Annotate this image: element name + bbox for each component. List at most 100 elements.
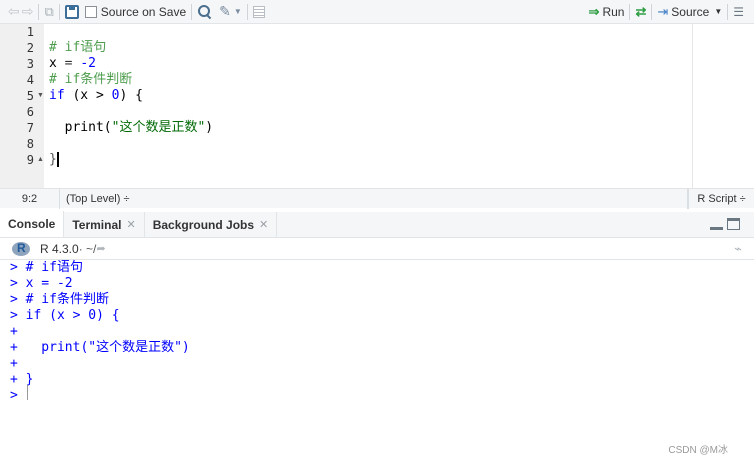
show-in-window-icon[interactable]: ⧉ [44,2,53,22]
toolbar-divider [191,3,193,20]
rerun-button[interactable]: ⇄ [635,2,646,22]
close-icon[interactable]: ✕ [259,218,268,231]
code-line-4: # if条件判断 [49,72,133,87]
console-line: + [10,356,26,371]
line-number-gutter: 1 2 3 4 5 ▼ 6 7 8 9 ▲ [0,24,44,188]
toolbar-divider [58,3,60,20]
back-arrow-icon[interactable]: ⇦ [8,2,20,22]
notebook-icon [252,5,265,18]
chevron-down-icon[interactable]: ▼ [714,7,722,16]
toolbar-divider [629,3,631,20]
toolbar-divider [651,3,653,20]
tab-console[interactable]: Console [0,211,65,237]
editor-toolbar: ⇦ ⇨ ⧉ Source on Save ✎ ▼ ⇒ Run ⇄ ⇥ Source… [0,0,754,24]
console-info-bar: R R 4.3.0 · ~/ ➦ ⌁ [0,238,754,260]
tab-label: Background Jobs [152,217,255,232]
code-token: ) { [119,88,143,103]
fold-toggle-icon[interactable]: ▲ [37,152,44,168]
code-tools-button[interactable]: ✎ ▼ [219,2,242,22]
forward-arrow-icon[interactable]: ⇨ [22,2,34,22]
code-token: if [49,88,65,103]
save-button[interactable] [64,2,79,22]
code-editor[interactable]: 1 2 3 4 5 ▼ 6 7 8 9 ▲ # if语句 x = -2 # if… [0,24,692,188]
line-number: 1 [26,25,34,39]
console-line: + } [10,372,34,387]
run-label: Run [602,4,625,19]
clear-console-broom-icon[interactable]: ⌁ [734,241,742,257]
chevron-down-icon: ▼ [233,7,242,16]
code-line-3: x = -2 [49,56,96,72]
r-version-label: R 4.3.0 [40,241,79,256]
code-line-2: # if语句 [49,40,107,55]
outline-icon: ☰ [733,4,744,19]
r-logo-icon: R [12,241,30,256]
search-icon [198,4,212,19]
line-number: 9 [26,153,34,167]
source-label: Source [671,4,710,19]
console-pane: Console Terminal ✕ Background Jobs ✕ R R 4… [0,211,754,466]
code-token: = [56,56,81,71]
line-number: 2 [26,41,34,55]
line-number: 8 [26,137,34,151]
code-token: x [49,56,57,71]
tab-terminal[interactable]: Terminal ✕ [64,212,145,237]
maximize-icon[interactable] [727,218,740,230]
fold-toggle-icon[interactable]: ▼ [37,88,44,104]
go-to-directory-icon[interactable]: ➦ [96,242,105,255]
source-editor-pane: ⇦ ⇨ ⧉ Source on Save ✎ ▼ ⇒ Run ⇄ ⇥ Source… [0,0,754,209]
toolbar-divider [38,3,40,20]
source-on-save-toggle[interactable]: Source on Save [84,2,187,22]
cursor-position: 9:2 [0,188,60,209]
line-number: 6 [26,105,34,119]
editor-status-bar: 9:2 (Top Level) ÷ R Script ÷ [0,188,754,209]
close-icon[interactable]: ✕ [126,218,135,231]
console-line: + print("这个数是正数") [10,340,190,355]
run-arrow-icon: ⇒ [588,3,600,19]
source-button[interactable]: ⇥ Source ▼ [657,2,722,22]
find-replace-button[interactable] [197,2,213,22]
document-outline-button[interactable]: ☰ [733,2,744,22]
scope-selector[interactable]: (Top Level) ÷ [60,188,688,209]
minimize-icon[interactable] [710,218,723,230]
code-line-9: } [49,152,57,167]
watermark: CSDN @M冰 [668,445,728,456]
tab-label: Terminal [72,217,122,232]
file-type-selector[interactable]: R Script ÷ [688,188,754,209]
console-cursor [27,385,28,400]
console-tab-bar: Console Terminal ✕ Background Jobs ✕ [0,211,754,238]
code-token: print( [49,120,112,135]
editor-margin-area [693,24,754,188]
console-prompt-line: > [10,388,26,403]
console-line: > x = -2 [10,276,73,291]
tab-label: Console [8,217,56,231]
tab-background-jobs[interactable]: Background Jobs ✕ [145,212,278,237]
code-line-5: if (x > 0) { [49,88,143,104]
working-directory[interactable]: · ~/ [79,242,97,256]
text-cursor [57,152,59,167]
source-on-save-label: Source on Save [100,4,187,19]
source-on-save-checkbox[interactable] [84,5,97,18]
console-line: > # if条件判断 [10,292,109,307]
line-number: 4 [26,73,34,87]
console-line: > # if语句 [10,260,83,275]
line-number: 3 [26,57,34,71]
line-number: 7 [26,121,34,135]
source-icon: ⇥ [657,3,669,19]
console-line: > if (x > 0) { [10,308,120,323]
save-icon [64,4,79,19]
code-token: ) [205,120,214,135]
pane-window-controls [710,218,740,230]
code-token: -2 [80,56,96,71]
compile-report-button[interactable] [252,2,265,22]
toolbar-divider [246,3,248,20]
magic-wand-icon: ✎ [219,3,231,19]
rerun-icon: ⇄ [635,3,647,19]
console-output[interactable]: > # if语句 > x = -2 > # if条件判断 > if (x > 0… [0,260,754,466]
code-token: (x > [64,88,112,103]
code-line-7: print("这个数是正数") [49,120,213,136]
toolbar-divider [727,3,729,20]
run-button[interactable]: ⇒ Run [589,2,625,22]
code-token: "这个数是正数" [111,120,206,135]
console-line: + [10,324,26,339]
line-number: 5 [26,89,34,103]
